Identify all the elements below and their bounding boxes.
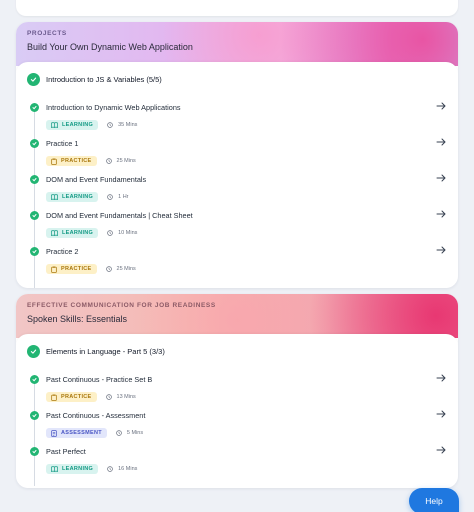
arrow-right-icon[interactable] bbox=[436, 245, 446, 255]
help-button[interactable]: Help bbox=[409, 488, 459, 512]
list-item[interactable]: Past Perfect LEARNING 16 Mins bbox=[16, 445, 458, 483]
item-duration: 25 Mins bbox=[105, 266, 136, 272]
item-duration: 35 Mins bbox=[107, 122, 137, 128]
clock-icon bbox=[107, 466, 113, 472]
previous-section-card bbox=[16, 0, 458, 16]
list-item[interactable]: DOM and Event Fundamentals LEARNING 1 Hr bbox=[16, 173, 458, 211]
item-meta: PRACTICE 25 Mins bbox=[46, 264, 136, 274]
item-type-badge: LEARNING bbox=[46, 464, 99, 474]
item-meta: LEARNING 35 Mins bbox=[46, 120, 137, 130]
item-type-badge: ASSESSMENT bbox=[46, 428, 107, 438]
unit-title: Introduction to JS & Variables (5/5) bbox=[46, 75, 162, 84]
item-complete-check-icon bbox=[30, 247, 39, 256]
unit-complete-check-icon bbox=[27, 345, 40, 358]
unit-card: Introduction to JS & Variables (5/5) Int… bbox=[16, 62, 458, 288]
item-duration: 10 Mins bbox=[107, 230, 137, 236]
clipboard-icon bbox=[51, 158, 57, 165]
list-item[interactable]: Practice 2 PRACTICE 25 Mins bbox=[16, 245, 458, 283]
item-complete-check-icon bbox=[30, 411, 39, 420]
item-meta: LEARNING 16 Mins bbox=[46, 464, 137, 474]
item-duration: 5 Mins bbox=[116, 430, 143, 436]
arrow-right-icon[interactable] bbox=[436, 209, 446, 219]
item-complete-check-icon bbox=[30, 103, 39, 112]
item-meta: LEARNING 1 Hr bbox=[46, 192, 129, 202]
clock-icon bbox=[105, 394, 112, 400]
list-item[interactable]: Introduction to Dynamic Web Applications… bbox=[16, 101, 458, 139]
section-banner: PROJECTS Build Your Own Dynamic Web Appl… bbox=[16, 22, 458, 66]
unit-card: Elements in Language - Part 5 (3/3) Past… bbox=[16, 334, 458, 488]
item-duration: 1 Hr bbox=[107, 194, 129, 200]
arrow-right-icon[interactable] bbox=[436, 137, 446, 147]
arrow-right-icon[interactable] bbox=[436, 373, 446, 383]
item-type-badge: PRACTICE bbox=[46, 156, 97, 166]
item-meta: PRACTICE 13 Mins bbox=[46, 392, 136, 402]
book-icon bbox=[51, 194, 58, 200]
clock-icon bbox=[107, 230, 113, 236]
section-category: PROJECTS bbox=[27, 30, 67, 37]
list-item[interactable]: Practice 1 PRACTICE 25 Mins bbox=[16, 137, 458, 175]
item-title: Past Continuous - Assessment bbox=[46, 411, 146, 420]
item-complete-check-icon bbox=[30, 375, 39, 384]
clock-icon bbox=[105, 158, 112, 164]
clipboard-icon bbox=[51, 266, 57, 273]
clock-icon bbox=[107, 122, 113, 128]
item-title: Past Perfect bbox=[46, 447, 86, 456]
item-complete-check-icon bbox=[30, 447, 39, 456]
book-icon bbox=[51, 122, 58, 128]
course-section-communication: EFFECTIVE COMMUNICATION FOR JOB READINES… bbox=[16, 294, 458, 488]
clock-icon bbox=[116, 430, 122, 436]
section-title[interactable]: Build Your Own Dynamic Web Application bbox=[27, 42, 447, 52]
item-complete-check-icon bbox=[30, 175, 39, 184]
course-page: PROJECTS Build Your Own Dynamic Web Appl… bbox=[0, 0, 474, 512]
unit-complete-check-icon bbox=[27, 73, 40, 86]
section-banner: EFFECTIVE COMMUNICATION FOR JOB READINES… bbox=[16, 294, 458, 338]
item-title: Introduction to Dynamic Web Applications bbox=[46, 103, 181, 112]
item-title: Practice 2 bbox=[46, 247, 79, 256]
arrow-right-icon[interactable] bbox=[436, 409, 446, 419]
section-category: EFFECTIVE COMMUNICATION FOR JOB READINES… bbox=[27, 302, 216, 309]
item-duration: 25 Mins bbox=[105, 158, 136, 164]
assessment-icon bbox=[51, 429, 57, 437]
list-item[interactable]: Past Continuous - Assessment ASSESSMENT … bbox=[16, 409, 458, 447]
arrow-right-icon[interactable] bbox=[436, 445, 446, 455]
section-title[interactable]: Spoken Skills: Essentials bbox=[27, 314, 447, 324]
unit-header[interactable]: Elements in Language - Part 5 (3/3) bbox=[27, 345, 165, 358]
item-meta: ASSESSMENT 5 Mins bbox=[46, 428, 143, 438]
item-type-badge: PRACTICE bbox=[46, 264, 97, 274]
item-type-badge: LEARNING bbox=[46, 192, 99, 202]
unit-header[interactable]: Introduction to JS & Variables (5/5) bbox=[27, 73, 162, 86]
clock-icon bbox=[107, 194, 113, 200]
item-meta: PRACTICE 25 Mins bbox=[46, 156, 136, 166]
clipboard-icon bbox=[51, 394, 57, 401]
item-duration: 13 Mins bbox=[105, 394, 136, 400]
course-section-projects: PROJECTS Build Your Own Dynamic Web Appl… bbox=[16, 22, 458, 288]
list-item[interactable]: Past Continuous - Practice Set B PRACTIC… bbox=[16, 373, 458, 411]
item-type-badge: LEARNING bbox=[46, 228, 99, 238]
unit-title: Elements in Language - Part 5 (3/3) bbox=[46, 347, 165, 356]
arrow-right-icon[interactable] bbox=[436, 101, 446, 111]
item-type-badge: LEARNING bbox=[46, 120, 99, 130]
arrow-right-icon[interactable] bbox=[436, 173, 446, 183]
item-duration: 16 Mins bbox=[107, 466, 137, 472]
list-item[interactable]: DOM and Event Fundamentals | Cheat Sheet… bbox=[16, 209, 458, 247]
book-icon bbox=[51, 466, 58, 472]
item-complete-check-icon bbox=[30, 211, 39, 220]
item-title: DOM and Event Fundamentals | Cheat Sheet bbox=[46, 211, 193, 220]
item-title: DOM and Event Fundamentals bbox=[46, 175, 147, 184]
item-complete-check-icon bbox=[30, 139, 39, 148]
book-icon bbox=[51, 230, 58, 236]
item-type-badge: PRACTICE bbox=[46, 392, 97, 402]
item-title: Practice 1 bbox=[46, 139, 79, 148]
clock-icon bbox=[105, 266, 112, 272]
item-meta: LEARNING 10 Mins bbox=[46, 228, 137, 238]
item-title: Past Continuous - Practice Set B bbox=[46, 375, 153, 384]
